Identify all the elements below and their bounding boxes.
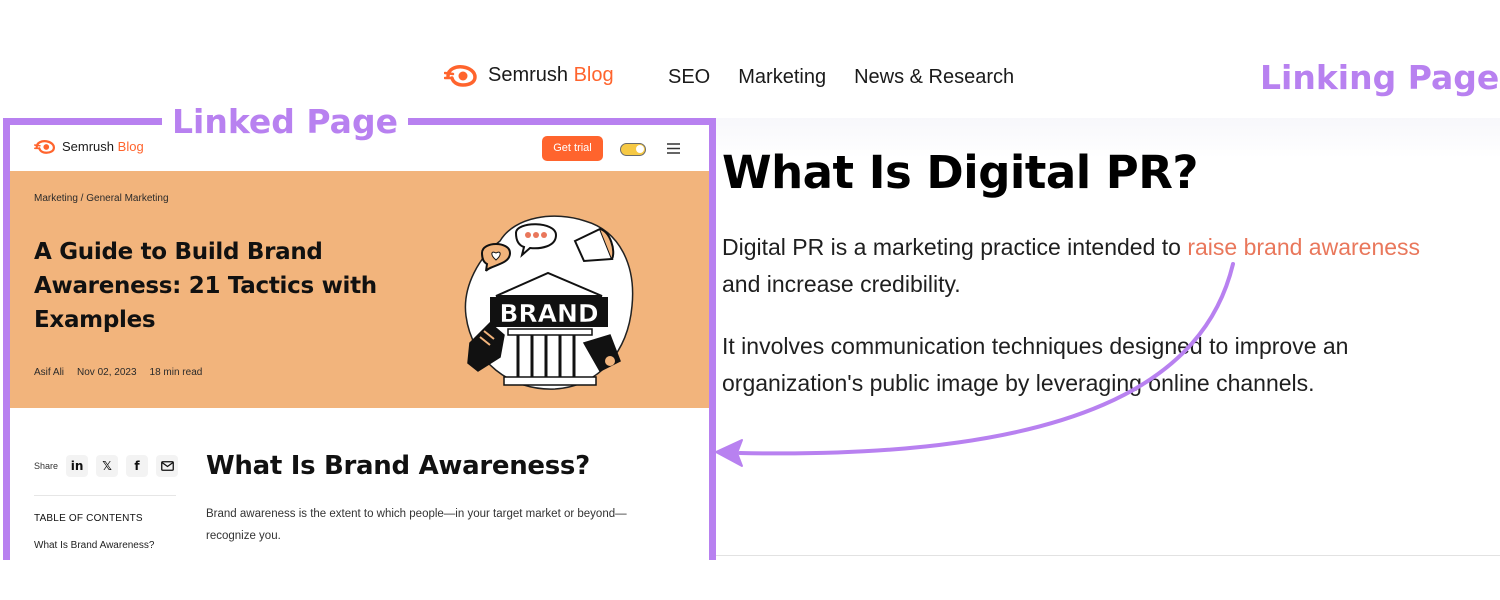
share-bar: Share in 𝕏 f [34, 455, 179, 477]
illustration-brand-text: BRAND [499, 299, 598, 328]
facebook-glyph: f [134, 459, 140, 473]
raise-brand-awareness-link[interactable]: raise brand awareness [1187, 234, 1420, 260]
p1-text-before: Digital PR is a marketing practice inten… [722, 234, 1188, 260]
panel-divider [714, 555, 1500, 556]
semrush-blog-logo[interactable]: Semrush Blog [444, 64, 614, 87]
linking-page-title: What Is Digital PR? [722, 146, 1199, 199]
envelope-icon [160, 461, 174, 471]
email-icon[interactable] [156, 455, 179, 477]
x-glyph: 𝕏 [102, 459, 112, 473]
article-meta: Asif Ali Nov 02, 2023 18 min read [34, 367, 202, 378]
top-nav: SEO Marketing News & Research [668, 66, 1014, 89]
theme-toggle[interactable] [620, 143, 646, 156]
toc-heading: TABLE OF CONTENTS [34, 513, 143, 524]
author-name[interactable]: Asif Ali [34, 367, 64, 378]
article-paragraph: Brand awareness is the extent to which p… [206, 508, 627, 542]
nav-item-news-research[interactable]: News & Research [854, 66, 1014, 89]
linkedin-glyph: in [70, 459, 84, 473]
logo-accent: Blog [117, 139, 144, 154]
logo-accent: Blog [573, 64, 614, 86]
nav-item-seo[interactable]: SEO [668, 66, 710, 89]
linked-page-frame: Semrush Blog Get trial Marketing / Gener… [3, 118, 716, 560]
linking-page-paragraph-2: It involves communication techniques des… [722, 333, 1349, 396]
article-title: A Guide to Build Brand Awareness: 21 Tac… [34, 239, 377, 333]
breadcrumb-marketing[interactable]: Marketing [34, 193, 78, 204]
article-section-heading: What Is Brand Awareness? [206, 451, 590, 481]
p1-text-after: and increase credibility. [722, 271, 961, 297]
semrush-logo-icon [444, 64, 477, 87]
logo-text: Semrush [62, 139, 115, 154]
brand-illustration: BRAND [464, 215, 634, 390]
publish-date: Nov 02, 2023 [77, 367, 137, 378]
get-trial-button[interactable]: Get trial [542, 136, 603, 161]
breadcrumb-separator: / [77, 193, 87, 204]
hamburger-menu-icon[interactable] [667, 143, 680, 154]
article-hero: Marketing / General Marketing A Guide to… [10, 171, 709, 408]
sidebar-divider [34, 495, 176, 496]
linked-page-logo[interactable]: Semrush Blog [34, 139, 144, 154]
linking-page-paragraph-1: Digital PR is a marketing practice inten… [722, 229, 1482, 303]
read-time: 18 min read [149, 367, 203, 378]
semrush-logo-icon [34, 139, 56, 154]
facebook-icon[interactable]: f [126, 455, 149, 477]
breadcrumb: Marketing / General Marketing [34, 193, 169, 204]
breadcrumb-general-marketing[interactable]: General Marketing [86, 193, 168, 204]
x-icon[interactable]: 𝕏 [96, 455, 119, 477]
linking-page-annotation: Linking Page [1260, 58, 1500, 97]
nav-item-marketing[interactable]: Marketing [738, 66, 826, 89]
linked-page-annotation: Linked Page [162, 102, 408, 141]
logo-text: Semrush [488, 64, 569, 86]
toc-item[interactable]: What Is Brand Awareness? [34, 540, 154, 551]
share-label: Share [34, 461, 59, 471]
linkedin-icon[interactable]: in [66, 455, 89, 477]
